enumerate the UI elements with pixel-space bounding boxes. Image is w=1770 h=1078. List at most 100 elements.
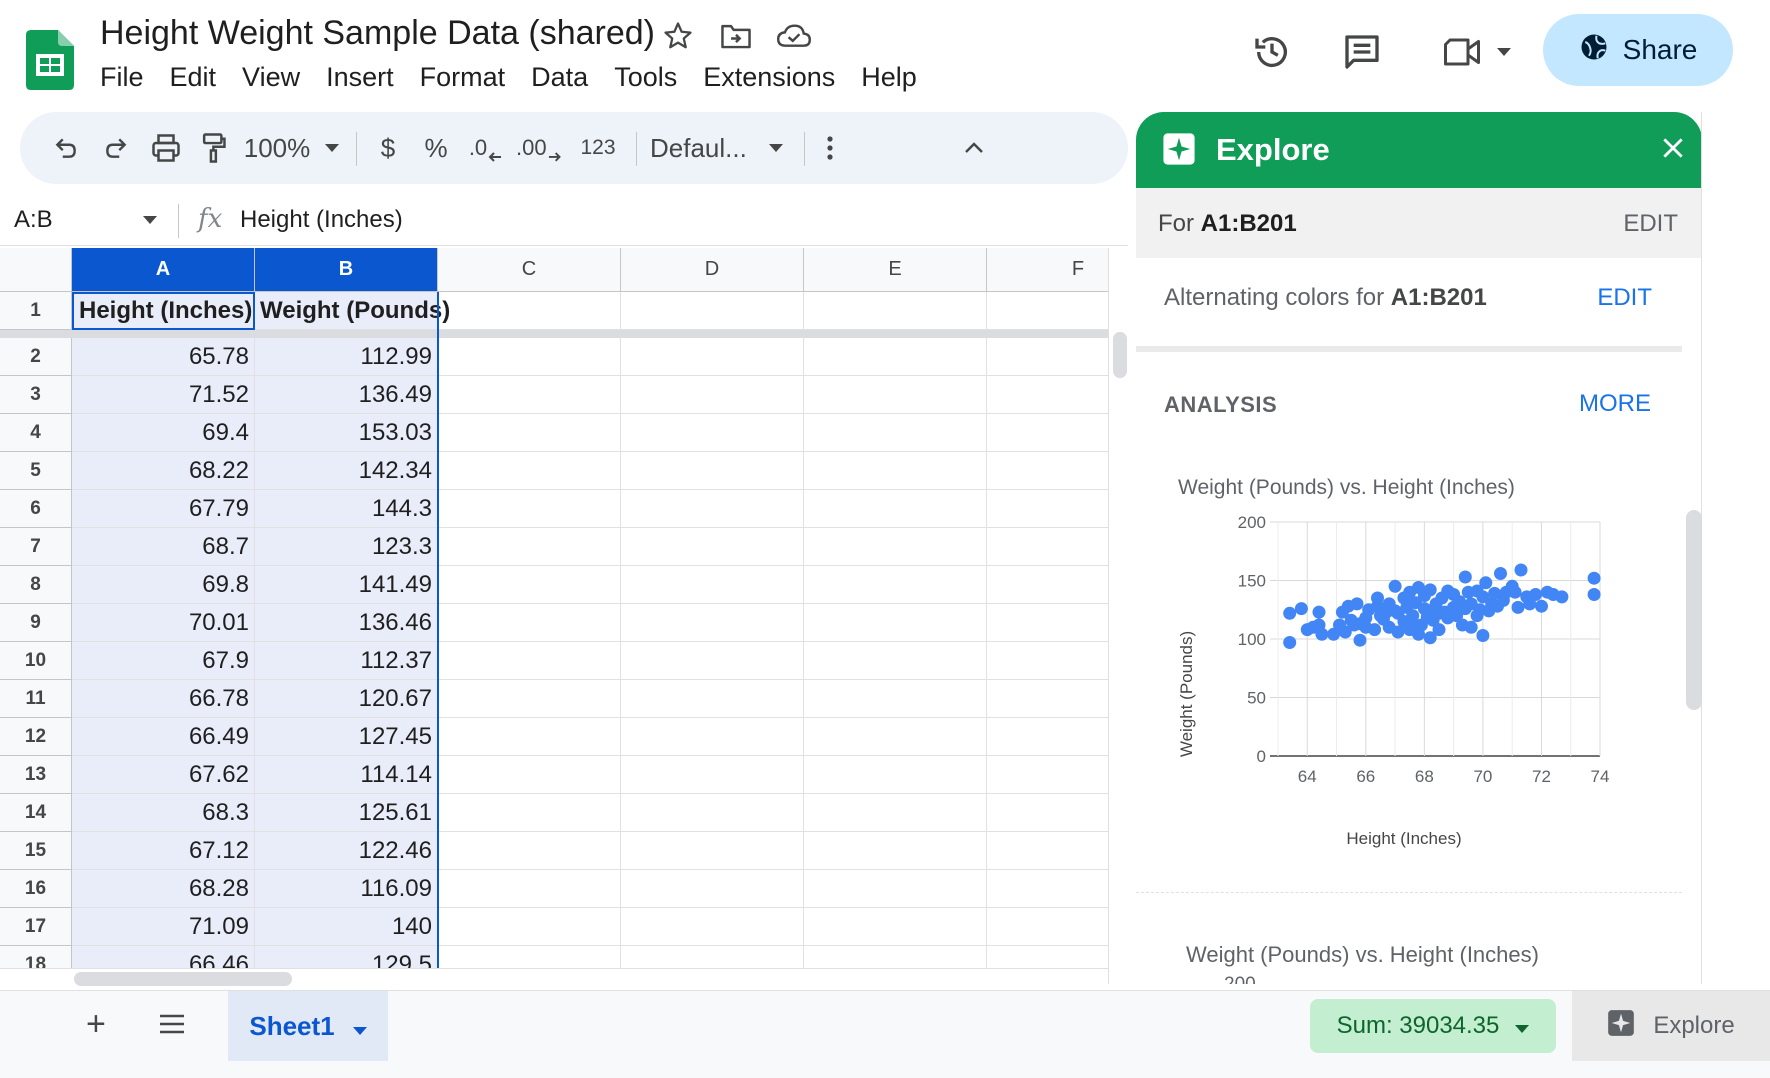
grid-cell[interactable]	[804, 604, 987, 642]
grid-cell[interactable]	[438, 718, 621, 756]
grid-cell[interactable]: 71.09	[72, 908, 255, 946]
grid-cell[interactable]: 69.8	[72, 566, 255, 604]
grid-cell[interactable]: 67.9	[72, 642, 255, 680]
grid-cell[interactable]: 66.49	[72, 718, 255, 756]
row-header[interactable]: 9	[0, 604, 72, 642]
grid-cell[interactable]	[987, 870, 1108, 908]
row-header[interactable]: 16	[0, 870, 72, 908]
column-header-e[interactable]: E	[804, 248, 987, 292]
move-folder-icon[interactable]	[718, 18, 754, 54]
menu-view[interactable]: View	[229, 60, 313, 94]
grid-cell[interactable]	[438, 490, 621, 528]
meet-icon[interactable]	[1436, 30, 1516, 74]
explore-button[interactable]: Explore	[1572, 991, 1770, 1061]
menu-insert[interactable]: Insert	[313, 60, 407, 94]
grid-cell[interactable]: 66.78	[72, 680, 255, 718]
row-header[interactable]: 3	[0, 376, 72, 414]
collapse-toolbar-icon[interactable]	[954, 112, 994, 184]
row-header[interactable]: 2	[0, 338, 72, 376]
font-select[interactable]: Defaul...	[650, 112, 760, 184]
column-header-c[interactable]: C	[438, 248, 621, 292]
row-header[interactable]: 12	[0, 718, 72, 756]
grid-cell[interactable]: 68.22	[72, 452, 255, 490]
row-header[interactable]: 6	[0, 490, 72, 528]
grid-cell[interactable]	[987, 832, 1108, 870]
grid-cell[interactable]	[438, 870, 621, 908]
grid-cell[interactable]	[987, 338, 1108, 376]
currency-format-button[interactable]: $	[370, 112, 406, 184]
grid-cell[interactable]: 68.28	[72, 870, 255, 908]
grid-cell[interactable]	[804, 376, 987, 414]
explore-scrollbar[interactable]	[1686, 510, 1702, 710]
grid-cell[interactable]: 116.09	[255, 870, 438, 908]
chevron-down-icon[interactable]	[764, 112, 788, 184]
chevron-down-icon[interactable]	[143, 216, 157, 224]
grid-cell[interactable]	[621, 718, 804, 756]
select-all-corner[interactable]	[0, 248, 72, 292]
cloud-saved-icon[interactable]	[776, 18, 812, 54]
grid-cell[interactable]	[621, 566, 804, 604]
menu-edit[interactable]: Edit	[157, 60, 230, 94]
grid-cell[interactable]: 153.03	[255, 414, 438, 452]
row-header[interactable]: 8	[0, 566, 72, 604]
percent-format-button[interactable]: %	[418, 112, 454, 184]
column-header-f[interactable]: F	[987, 248, 1108, 292]
name-box[interactable]: A:B	[14, 206, 53, 234]
menu-tools[interactable]: Tools	[601, 60, 690, 94]
menu-help[interactable]: Help	[848, 60, 930, 94]
grid-cell[interactable]	[987, 528, 1108, 566]
row-header[interactable]: 10	[0, 642, 72, 680]
vertical-scrollbar[interactable]	[1108, 248, 1128, 984]
grid-cell[interactable]	[987, 566, 1108, 604]
close-icon[interactable]	[1660, 128, 1686, 170]
grid-cell[interactable]: 123.3	[255, 528, 438, 566]
edit-range-button[interactable]: EDIT	[1623, 210, 1678, 238]
grid-cell[interactable]	[804, 642, 987, 680]
all-sheets-icon[interactable]	[158, 1013, 186, 1040]
grid-cell[interactable]	[804, 490, 987, 528]
grid-cell[interactable]	[987, 756, 1108, 794]
sum-summary-button[interactable]: Sum: 39034.35	[1310, 999, 1556, 1053]
share-button[interactable]: Share	[1543, 14, 1733, 86]
grid-cell[interactable]	[621, 756, 804, 794]
grid-cell[interactable]: 68.7	[72, 528, 255, 566]
grid-cell[interactable]	[438, 756, 621, 794]
grid-cell[interactable]	[804, 718, 987, 756]
grid-cell[interactable]	[438, 604, 621, 642]
grid-cell[interactable]: 120.67	[255, 680, 438, 718]
grid-cell[interactable]: 67.12	[72, 832, 255, 870]
grid-cell[interactable]: 71.52	[72, 376, 255, 414]
grid-cell[interactable]	[987, 680, 1108, 718]
cell-a1[interactable]: Height (Inches)	[72, 292, 255, 330]
grid-cell[interactable]: 70.01	[72, 604, 255, 642]
grid-cell[interactable]	[621, 528, 804, 566]
row-header[interactable]: 14	[0, 794, 72, 832]
edit-alternating-colors-button[interactable]: EDIT	[1597, 284, 1652, 312]
grid-cell[interactable]	[438, 680, 621, 718]
grid-cell[interactable]	[621, 908, 804, 946]
version-history-icon[interactable]	[1250, 30, 1294, 74]
print-icon[interactable]	[146, 112, 186, 184]
horizontal-scrollbar[interactable]	[0, 968, 1108, 988]
chevron-down-icon[interactable]	[352, 1011, 367, 1042]
cell-e1[interactable]	[804, 292, 987, 330]
undo-icon[interactable]	[46, 112, 86, 184]
grid-cell[interactable]	[804, 452, 987, 490]
grid-cell[interactable]	[621, 338, 804, 376]
scrollbar-thumb[interactable]	[1113, 332, 1127, 378]
row-header[interactable]: 4	[0, 414, 72, 452]
grid-cell[interactable]: 114.14	[255, 756, 438, 794]
grid-cell[interactable]	[621, 832, 804, 870]
grid-cell[interactable]	[621, 490, 804, 528]
grid-cell[interactable]	[438, 566, 621, 604]
grid-cell[interactable]	[987, 414, 1108, 452]
row-header[interactable]: 17	[0, 908, 72, 946]
grid-cell[interactable]: 122.46	[255, 832, 438, 870]
grid-cell[interactable]	[621, 642, 804, 680]
grid-cell[interactable]	[804, 528, 987, 566]
scatter-chart[interactable]: Weight (Pounds) vs. Height (Inches) 0 50 1…	[1166, 452, 1636, 852]
zoom-select[interactable]: 100%	[242, 112, 312, 184]
grid-cell[interactable]	[804, 870, 987, 908]
add-sheet-icon[interactable]: +	[86, 1005, 106, 1044]
grid-cell[interactable]: 140	[255, 908, 438, 946]
